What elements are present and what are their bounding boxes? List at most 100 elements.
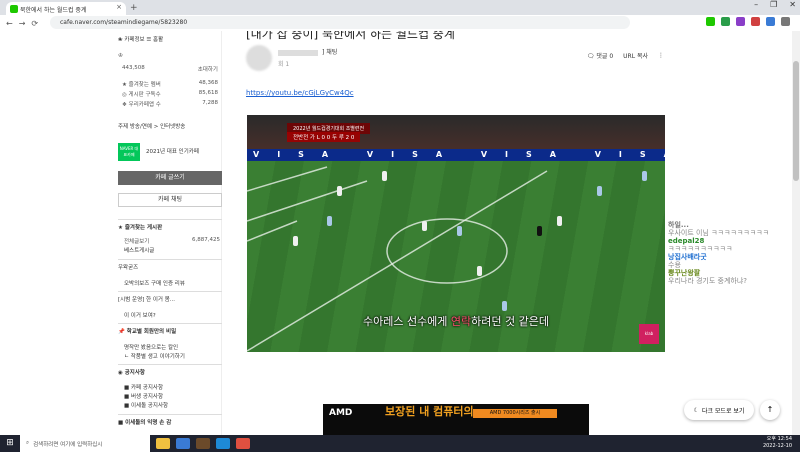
goods-review-link[interactable]: 오박의보즈 구매 인증 리뷰 — [124, 279, 185, 287]
back-icon[interactable]: ← — [6, 19, 13, 28]
best-posts-link[interactable]: 베스트게시글 — [124, 246, 154, 254]
player — [502, 301, 507, 311]
more-icon[interactable]: ⋮ — [658, 52, 664, 59]
comment-button[interactable]: 🗨 댓글 0 — [587, 51, 613, 60]
avatar[interactable] — [246, 45, 272, 71]
address-bar[interactable]: cafe.naver.com/steamindiegame/5823280 — [50, 16, 630, 29]
dark-mode-button[interactable]: ☾ 다크 모드로 보기 — [684, 400, 754, 420]
stat-label: ◎ 게시판 구독수 — [122, 92, 161, 98]
scroll-top-button[interactable]: ↑ — [760, 400, 780, 420]
browser-tab[interactable]: 북한에서 하는 월드컵 중계 × — [6, 2, 126, 16]
forward-icon[interactable]: → — [19, 19, 26, 28]
chat-message: 수용 — [668, 261, 681, 269]
search-placeholder: 검색하려면 여기에 입력하십시 — [33, 441, 103, 448]
stat-value: 85,618 — [198, 90, 218, 96]
event-heading: [시범 운영] 한 이거 봄... — [118, 297, 176, 303]
invite-link[interactable]: 초대하기 — [198, 65, 218, 73]
all-posts-row[interactable]: 전체글보기 6,887,425 — [124, 237, 220, 245]
tab-title: 북한에서 하는 월드컵 중계 — [20, 6, 87, 14]
chat-message: 우리나라 경기도 중계하냐? — [668, 277, 748, 285]
favorite-boards-heading: ★ 즐겨찾는 게시판 — [118, 219, 222, 231]
player — [327, 216, 332, 226]
award-text: 2021년 대표 인기카페 — [146, 149, 199, 155]
stat-value: 48,368 — [198, 80, 218, 86]
all-posts-link[interactable]: 전체글보기 — [124, 237, 149, 245]
cafe-sidebar: ❀ 카페정보 ☰ 홈활 ♔ 443,508 초대하기 ★ 즐겨찾는 멤버 48,… — [112, 31, 222, 435]
author-suffix: ] 채팅 — [322, 49, 338, 56]
cafe-chat-button[interactable]: 카페 채팅 — [118, 193, 222, 207]
clock-time: 오후 12:54 — [766, 436, 792, 442]
notice-heading: ◉ 공지사항 — [118, 370, 145, 376]
channel-logo: klab — [639, 324, 659, 344]
chat-message: 낭집사배라굿 — [668, 253, 707, 261]
reload-icon[interactable]: ⟳ — [31, 19, 38, 28]
score-board: 전반전 가 L 0 0 두 루 2 0 — [287, 132, 361, 142]
vote-heading: 📌 학교별 회원만의 비밀 — [118, 329, 177, 335]
extension-icon[interactable] — [721, 17, 730, 26]
vote-link[interactable]: 명작만 봤음으로는 칼인 — [124, 343, 178, 351]
maximize-button[interactable]: ❐ — [770, 0, 777, 9]
minecraft-icon[interactable] — [196, 438, 210, 449]
stat-label: ❖ 우리카페앱 수 — [122, 102, 161, 108]
taskbar: ⊞ ⌕ 검색하려면 여기에 입력하십시 오후 12:54 2022-12-10 — [0, 435, 800, 452]
write-post-button[interactable]: 카페 글쓰기 — [118, 171, 222, 185]
extension-icon[interactable] — [706, 17, 715, 26]
cafe-info-link[interactable]: ❀ 카페정보 ☰ 홈활 — [118, 35, 163, 43]
member-count-row: 443,508 초대하기 — [122, 65, 218, 73]
search-icon: ⌕ — [26, 440, 30, 446]
notice-link[interactable]: ■ 카페 공지사항 — [124, 383, 163, 391]
extension-icon[interactable] — [766, 17, 775, 26]
chat-message: edepal28 — [668, 237, 705, 245]
extensions — [706, 17, 790, 26]
file-explorer-icon[interactable] — [156, 438, 170, 449]
player — [557, 216, 562, 226]
extension-icon[interactable] — [736, 17, 745, 26]
tab-close-icon[interactable]: × — [116, 3, 122, 11]
notice-link[interactable]: ■ 버생 공지사항 — [124, 392, 163, 400]
scrollbar[interactable] — [792, 31, 800, 435]
player — [293, 236, 298, 246]
youtube-link[interactable]: https://youtu.be/cGjLGyCw4Qc — [246, 89, 354, 97]
url-copy-button[interactable]: URL 복사 — [623, 51, 648, 60]
notice-link[interactable]: ■ 이세돌 공지사항 — [124, 401, 168, 409]
stat-row: ◎ 게시판 구독수 85,618 — [122, 90, 218, 98]
post-author[interactable]: ] 채팅 — [278, 47, 337, 56]
stat-value: 7,288 — [202, 100, 218, 106]
address-row: ← → ⟳ cafe.naver.com/steamindiegame/5823… — [0, 15, 800, 31]
divider — [118, 323, 222, 324]
post-title: [내가 잡 중이] 북한에서 하는 월드컵 중계 — [246, 31, 455, 41]
profile-icon[interactable] — [781, 17, 790, 26]
player — [537, 226, 542, 236]
divider — [118, 291, 222, 292]
member-count: 443,508 — [122, 65, 145, 71]
event-link[interactable]: 이 이거 보여? — [124, 311, 156, 319]
clock-date: 2022-12-10 — [762, 443, 792, 449]
scroll-thumb[interactable] — [793, 61, 799, 181]
divider — [118, 259, 222, 260]
minimize-button[interactable]: – — [754, 0, 758, 9]
player — [457, 226, 462, 236]
browser-chrome: 북한에서 하는 월드컵 중계 × + – ❐ ✕ ← → ⟳ cafe.nave… — [0, 0, 800, 31]
chat-message: 뿡꾸난왕팔 — [668, 269, 701, 277]
member-level: ♔ — [118, 53, 123, 59]
player — [422, 221, 427, 231]
close-window-button[interactable]: ✕ — [789, 0, 796, 9]
stat-row: ❖ 우리카페앱 수 7,288 — [122, 100, 218, 108]
taskbar-search[interactable]: ⌕ 검색하려면 여기에 입력하십시 — [20, 435, 150, 452]
new-tab-button[interactable]: + — [130, 3, 138, 13]
chrome-icon[interactable] — [236, 438, 250, 449]
divider — [118, 414, 222, 415]
vscode-icon[interactable] — [216, 438, 230, 449]
cafe-theme: 주제 방송/연예 > 인터넷방송 — [118, 124, 186, 130]
extension-icon[interactable] — [751, 17, 760, 26]
advertisement-banner[interactable]: AMD 보장된 내 컴퓨터의 AMD 7000시리즈 출시 — [323, 404, 589, 435]
windows-start-icon[interactable]: ⊞ — [0, 435, 20, 452]
vote-sub-link[interactable]: ㄴ 작품별 생고 이야기하기 — [124, 352, 185, 360]
stat-label: ★ 즐겨찾는 멤버 — [122, 82, 161, 88]
video-player[interactable]: VISA VISA VISA VISA VISA VISA VISA VISA — [247, 115, 665, 352]
author-name-blurred — [278, 49, 318, 56]
last-heading: ■ 이세돌의 익명 손 감 — [118, 420, 172, 426]
player — [382, 171, 387, 181]
edge-icon[interactable] — [176, 438, 190, 449]
system-clock[interactable]: 오후 12:54 2022-12-10 — [763, 436, 792, 450]
